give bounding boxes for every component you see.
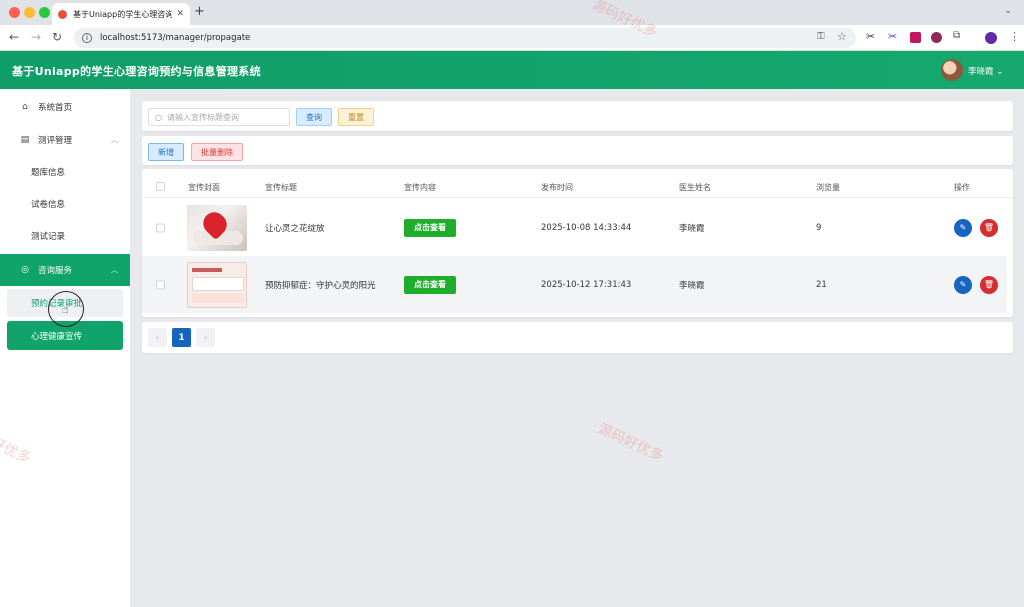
header-actions: 操作: [954, 183, 970, 192]
search-placeholder: 请输入宣传标题查询: [166, 112, 239, 122]
sidebar-item-papers[interactable]: 试卷信息: [0, 188, 130, 220]
forward-icon[interactable]: →: [31, 30, 41, 44]
action-card: 新增 批量删除: [142, 136, 1013, 165]
address-bar[interactable]: i localhost:5173/manager/propagate: [74, 28, 856, 48]
chevron-up-icon: ︿: [111, 136, 118, 144]
table-row: 预防抑郁症：守护心灵的阳光 点击查看 2025-10-12 17:31:43 李…: [142, 256, 1007, 313]
headset-icon: ◎: [21, 265, 29, 275]
site-info-icon[interactable]: i: [82, 33, 92, 43]
user-menu[interactable]: 李晓霞 ⌄: [968, 65, 1003, 77]
pointer-hand-icon: ☝: [62, 303, 69, 316]
tab-close-icon[interactable]: ✕: [176, 9, 184, 19]
search-card: ○ 请输入宣传标题查询 查询 重置: [142, 101, 1013, 131]
extension-badge-icon[interactable]: [931, 32, 942, 43]
avatar[interactable]: [941, 59, 963, 81]
app-header: 基于Uniapp的学生心理咨询预约与信息管理系统 李晓霞 ⌄: [0, 51, 1024, 89]
browser-tab-title: 基于Uniapp的学生心理咨询预约与信息管理系统: [73, 9, 173, 19]
sidebar-item-label: 试卷信息: [31, 200, 66, 210]
row-checkbox[interactable]: [156, 223, 165, 232]
edit-icon[interactable]: ✎: [954, 275, 972, 294]
browser-tab[interactable]: 基于Uniapp的学生心理咨询预约与信息管理系统 ✕: [52, 3, 190, 25]
sidebar-item-test-records[interactable]: 测试记录: [0, 220, 130, 252]
add-button[interactable]: 新增: [148, 143, 184, 161]
back-icon[interactable]: ←: [9, 30, 19, 44]
header-content: 宣传内容: [404, 183, 436, 192]
view-content-button[interactable]: 点击查看: [404, 218, 456, 237]
trash-icon[interactable]: 🗑: [980, 275, 998, 294]
sidebar-group-eval[interactable]: ▤ 测评管理 ︿: [0, 124, 130, 156]
download-extension-icon[interactable]: [910, 32, 921, 43]
header-views: 浏览量: [816, 183, 840, 192]
sidebar-item-label: 系统首页: [38, 103, 73, 113]
new-tab-icon[interactable]: +: [194, 4, 205, 19]
browser-tab-bar: 基于Uniapp的学生心理咨询预约与信息管理系统 ✕ + ⌄: [0, 0, 1024, 25]
select-all-checkbox[interactable]: [156, 182, 165, 191]
extensions-puzzle-icon[interactable]: ⧉: [953, 30, 960, 41]
watermark: 源码好优多: [595, 420, 666, 465]
sidebar-item-label: 心理健康宣传: [31, 331, 83, 342]
row-doctor: 李晓霞: [679, 223, 705, 234]
profile-icon[interactable]: [985, 32, 997, 44]
home-icon: ⌂: [22, 102, 28, 112]
favicon-icon: [58, 9, 67, 19]
row-views: 9: [816, 222, 822, 233]
row-title: 预防抑郁症：守护心灵的阳光: [265, 280, 376, 291]
sidebar-item-label: 测试记录: [31, 232, 66, 242]
prev-page-button[interactable]: ‹: [148, 328, 167, 347]
chevron-up-icon: ︿: [111, 266, 118, 274]
row-title: 让心灵之花绽放: [265, 223, 325, 234]
extension-icon[interactable]: ✂: [888, 30, 897, 43]
sidebar-item-label: 题库信息: [31, 168, 66, 178]
query-button[interactable]: 查询: [296, 108, 332, 126]
key-icon[interactable]: ⚿: [817, 31, 825, 42]
close-window-button[interactable]: [9, 7, 20, 18]
table-header: 宣传封面 宣传标题 宣传内容 发布时间 医生姓名 浏览量 操作: [142, 178, 1013, 198]
row-doctor: 李晓霞: [679, 280, 705, 291]
scissors-extension-icon[interactable]: ✂: [866, 30, 875, 43]
tab-list-chevron-icon[interactable]: ⌄: [1004, 6, 1012, 16]
reset-button[interactable]: 重置: [338, 108, 374, 126]
batch-delete-button[interactable]: 批量删除: [191, 143, 243, 161]
cover-image: [187, 261, 247, 308]
reload-icon[interactable]: ↻: [52, 30, 62, 44]
view-content-button[interactable]: 点击查看: [404, 275, 456, 294]
header-title: 宣传标题: [265, 183, 297, 192]
browser-menu-icon[interactable]: ⋮: [1009, 30, 1020, 43]
sidebar: ⌂ 系统首页 ▤ 测评管理 ︿ 题库信息 试卷信息 测试记录 ◎ 咨询服务 ︿ …: [0, 89, 130, 607]
search-input[interactable]: ○ 请输入宣传标题查询: [148, 108, 290, 126]
trash-icon[interactable]: 🗑: [980, 218, 998, 237]
minimize-window-button[interactable]: [24, 7, 35, 18]
row-time: 2025-10-12 17:31:43: [541, 279, 632, 290]
document-icon: ▤: [20, 135, 30, 145]
maximize-window-button[interactable]: [39, 7, 50, 18]
row-views: 21: [816, 279, 827, 290]
pagination-card: ‹ 1 ›: [142, 322, 1013, 353]
user-name: 李晓霞: [968, 67, 994, 77]
header-time: 发布时间: [541, 183, 573, 192]
row-checkbox[interactable]: [156, 280, 165, 289]
bookmark-star-icon[interactable]: ☆: [837, 30, 847, 43]
app-title: 基于Uniapp的学生心理咨询预约与信息管理系统: [12, 65, 261, 78]
next-page-button[interactable]: ›: [196, 328, 215, 347]
sidebar-group-label: 测评管理: [38, 136, 73, 146]
sidebar-item-question-bank[interactable]: 题库信息: [0, 156, 130, 188]
header-doctor: 医生姓名: [679, 183, 711, 192]
table-card: 宣传封面 宣传标题 宣传内容 发布时间 医生姓名 浏览量 操作 让心灵之花绽放 …: [142, 169, 1013, 317]
row-time: 2025-10-08 14:33:44: [541, 222, 632, 233]
search-icon: ○: [155, 112, 162, 122]
header-cover: 宣传封面: [188, 183, 220, 192]
table-row: 让心灵之花绽放 点击查看 2025-10-08 14:33:44 李晓霞 9 ✎…: [142, 199, 1007, 256]
browser-toolbar: ← → ↻ i localhost:5173/manager/propagate…: [0, 25, 1024, 51]
edit-icon[interactable]: ✎: [954, 218, 972, 237]
sidebar-group-consult[interactable]: ◎ 咨询服务 ︿: [0, 254, 130, 286]
url-text: localhost:5173/manager/propagate: [100, 33, 251, 43]
cover-image: [187, 204, 247, 251]
sidebar-item-home[interactable]: ⌂ 系统首页: [0, 91, 130, 123]
sidebar-group-label: 咨询服务: [38, 266, 73, 276]
page-number-button[interactable]: 1: [172, 328, 191, 347]
